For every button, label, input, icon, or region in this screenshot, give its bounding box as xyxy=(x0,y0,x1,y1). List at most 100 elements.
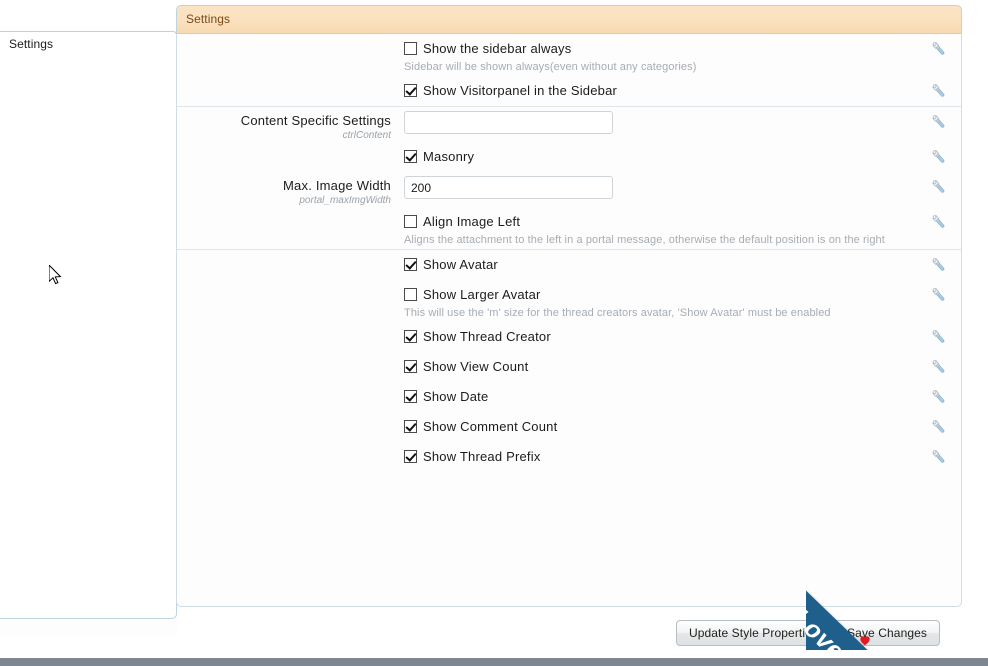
checkbox[interactable] xyxy=(404,83,417,97)
row-label xyxy=(177,412,404,418)
checkbox[interactable] xyxy=(404,389,417,403)
checkbox[interactable] xyxy=(404,449,417,463)
row-label: Content Specific Settings ctrlContent xyxy=(177,107,404,142)
checkbox-row[interactable]: Show the sidebar always xyxy=(404,38,915,58)
settings-row: Masonry xyxy=(177,142,961,172)
checkbox-row[interactable]: Show Avatar xyxy=(404,254,915,274)
row-field: Show Avatar xyxy=(404,250,961,276)
row-label-text: Max. Image Width xyxy=(283,178,391,193)
screwdriver-icon[interactable] xyxy=(930,286,948,304)
checkbox-row[interactable]: Masonry xyxy=(404,146,915,166)
checkbox[interactable] xyxy=(404,287,417,301)
screwdriver-icon[interactable] xyxy=(930,40,948,58)
checkbox[interactable] xyxy=(404,329,417,343)
row-field: Show Thread Prefix xyxy=(404,442,961,468)
checkbox[interactable] xyxy=(404,41,417,55)
checkbox-row[interactable]: Show Thread Prefix xyxy=(404,446,915,466)
row-label xyxy=(177,76,404,82)
checkbox-row[interactable]: Show Thread Creator xyxy=(404,326,915,346)
screwdriver-icon[interactable] xyxy=(930,448,948,466)
save-changes-button[interactable]: Save Changes xyxy=(834,620,940,646)
left-panel-tab-label: Settings xyxy=(9,37,54,51)
screwdriver-icon[interactable] xyxy=(930,178,948,196)
screwdriver-icon[interactable] xyxy=(930,213,948,231)
checkbox-label: Show Visitorpanel in the Sidebar xyxy=(423,82,618,98)
screwdriver-icon[interactable] xyxy=(930,358,948,376)
row-field xyxy=(404,107,961,136)
settings-form: Show the sidebar always Sidebar will be s… xyxy=(176,34,962,607)
checkbox-row[interactable]: Show Visitorpanel in the Sidebar xyxy=(404,80,915,100)
row-label xyxy=(177,442,404,448)
row-label xyxy=(177,142,404,148)
checkbox[interactable] xyxy=(404,419,417,433)
checkbox[interactable] xyxy=(404,149,417,163)
row-field: Show Larger Avatar This will use the 'm' … xyxy=(404,280,961,322)
screwdriver-icon[interactable] xyxy=(930,148,948,166)
settings-row: Show Thread Prefix xyxy=(177,442,961,472)
checkbox-row[interactable]: Show Date xyxy=(404,386,915,406)
settings-row: Show Comment Count xyxy=(177,412,961,442)
row-label xyxy=(177,382,404,388)
checkbox[interactable] xyxy=(404,257,417,271)
screwdriver-icon[interactable] xyxy=(930,328,948,346)
left-sidebar-panel: Settings xyxy=(0,31,177,635)
row-field: Show Comment Count xyxy=(404,412,961,438)
row-help-text: This will use the 'm' size for the threa… xyxy=(404,307,831,319)
checkbox-label: Show Thread Prefix xyxy=(423,448,541,464)
bottom-status-bar xyxy=(0,658,988,666)
row-field: Show View Count xyxy=(404,352,961,378)
row-label xyxy=(177,322,404,328)
row-field xyxy=(404,172,961,201)
checkbox-label: Show View Count xyxy=(423,358,529,374)
row-field: Show the sidebar always Sidebar will be s… xyxy=(404,34,961,76)
bottom-spacer xyxy=(0,650,988,658)
form-actions: Update Style Properties Save Changes xyxy=(176,612,962,650)
screwdriver-icon[interactable] xyxy=(930,418,948,436)
settings-section: Show the sidebar always Sidebar will be s… xyxy=(177,34,961,106)
settings-row: Show Larger Avatar This will use the 'm' … xyxy=(177,280,961,322)
checkbox-label: Masonry xyxy=(423,148,475,164)
row-label xyxy=(177,352,404,358)
row-label xyxy=(177,207,404,213)
left-panel-body xyxy=(0,56,177,619)
settings-row: Show Thread Creator xyxy=(177,322,961,352)
checkbox-label: Show Avatar xyxy=(423,256,498,272)
checkbox-row[interactable]: Align Image Left xyxy=(404,211,915,231)
screwdriver-icon[interactable] xyxy=(930,256,948,274)
checkbox[interactable] xyxy=(404,214,417,228)
checkbox-label: Show Comment Count xyxy=(423,418,558,434)
screwdriver-icon[interactable] xyxy=(930,82,948,100)
checkbox-row[interactable]: Show Comment Count xyxy=(404,416,915,436)
text-input[interactable] xyxy=(404,111,613,134)
left-panel-tab[interactable]: Settings xyxy=(0,31,177,56)
row-help-text: Sidebar will be shown always(even withou… xyxy=(404,61,697,73)
row-label-key: portal_maxImgWidth xyxy=(299,195,391,206)
screwdriver-icon[interactable] xyxy=(930,388,948,406)
settings-row: Show the sidebar always Sidebar will be s… xyxy=(177,34,961,76)
screwdriver-icon[interactable] xyxy=(930,113,948,131)
text-input[interactable] xyxy=(404,176,613,199)
row-label-text: Content Specific Settings xyxy=(240,113,391,128)
settings-row: Content Specific Settings ctrlContent xyxy=(177,107,961,142)
update-style-properties-button[interactable]: Update Style Properties xyxy=(675,620,831,646)
row-label xyxy=(177,250,404,256)
checkbox-row[interactable]: Show View Count xyxy=(404,356,915,376)
checkbox-label: Show Larger Avatar xyxy=(423,286,541,302)
row-field: Show Date xyxy=(404,382,961,408)
settings-row: Show Date xyxy=(177,382,961,412)
settings-row: Max. Image Width portal_maxImgWidth xyxy=(177,172,961,207)
checkbox-row[interactable]: Show Larger Avatar xyxy=(404,284,915,304)
row-label xyxy=(177,280,404,286)
row-label-key: ctrlContent xyxy=(342,130,391,141)
row-field: Align Image Left Aligns the attachment to… xyxy=(404,207,961,249)
row-label xyxy=(177,34,404,40)
page-title: Settings xyxy=(186,12,231,26)
settings-section: Content Specific Settings ctrlContent Maso… xyxy=(177,106,961,249)
settings-section: Show Avatar Show Larger Avatar This will u… xyxy=(177,249,961,472)
settings-panel: Settings Show the sidebar always Sidebar … xyxy=(176,5,962,607)
settings-row: Show View Count xyxy=(177,352,961,382)
checkbox-label: Show the sidebar always xyxy=(423,40,572,56)
row-field: Show Thread Creator xyxy=(404,322,961,348)
settings-panel-header: Settings xyxy=(176,5,962,34)
checkbox[interactable] xyxy=(404,359,417,373)
